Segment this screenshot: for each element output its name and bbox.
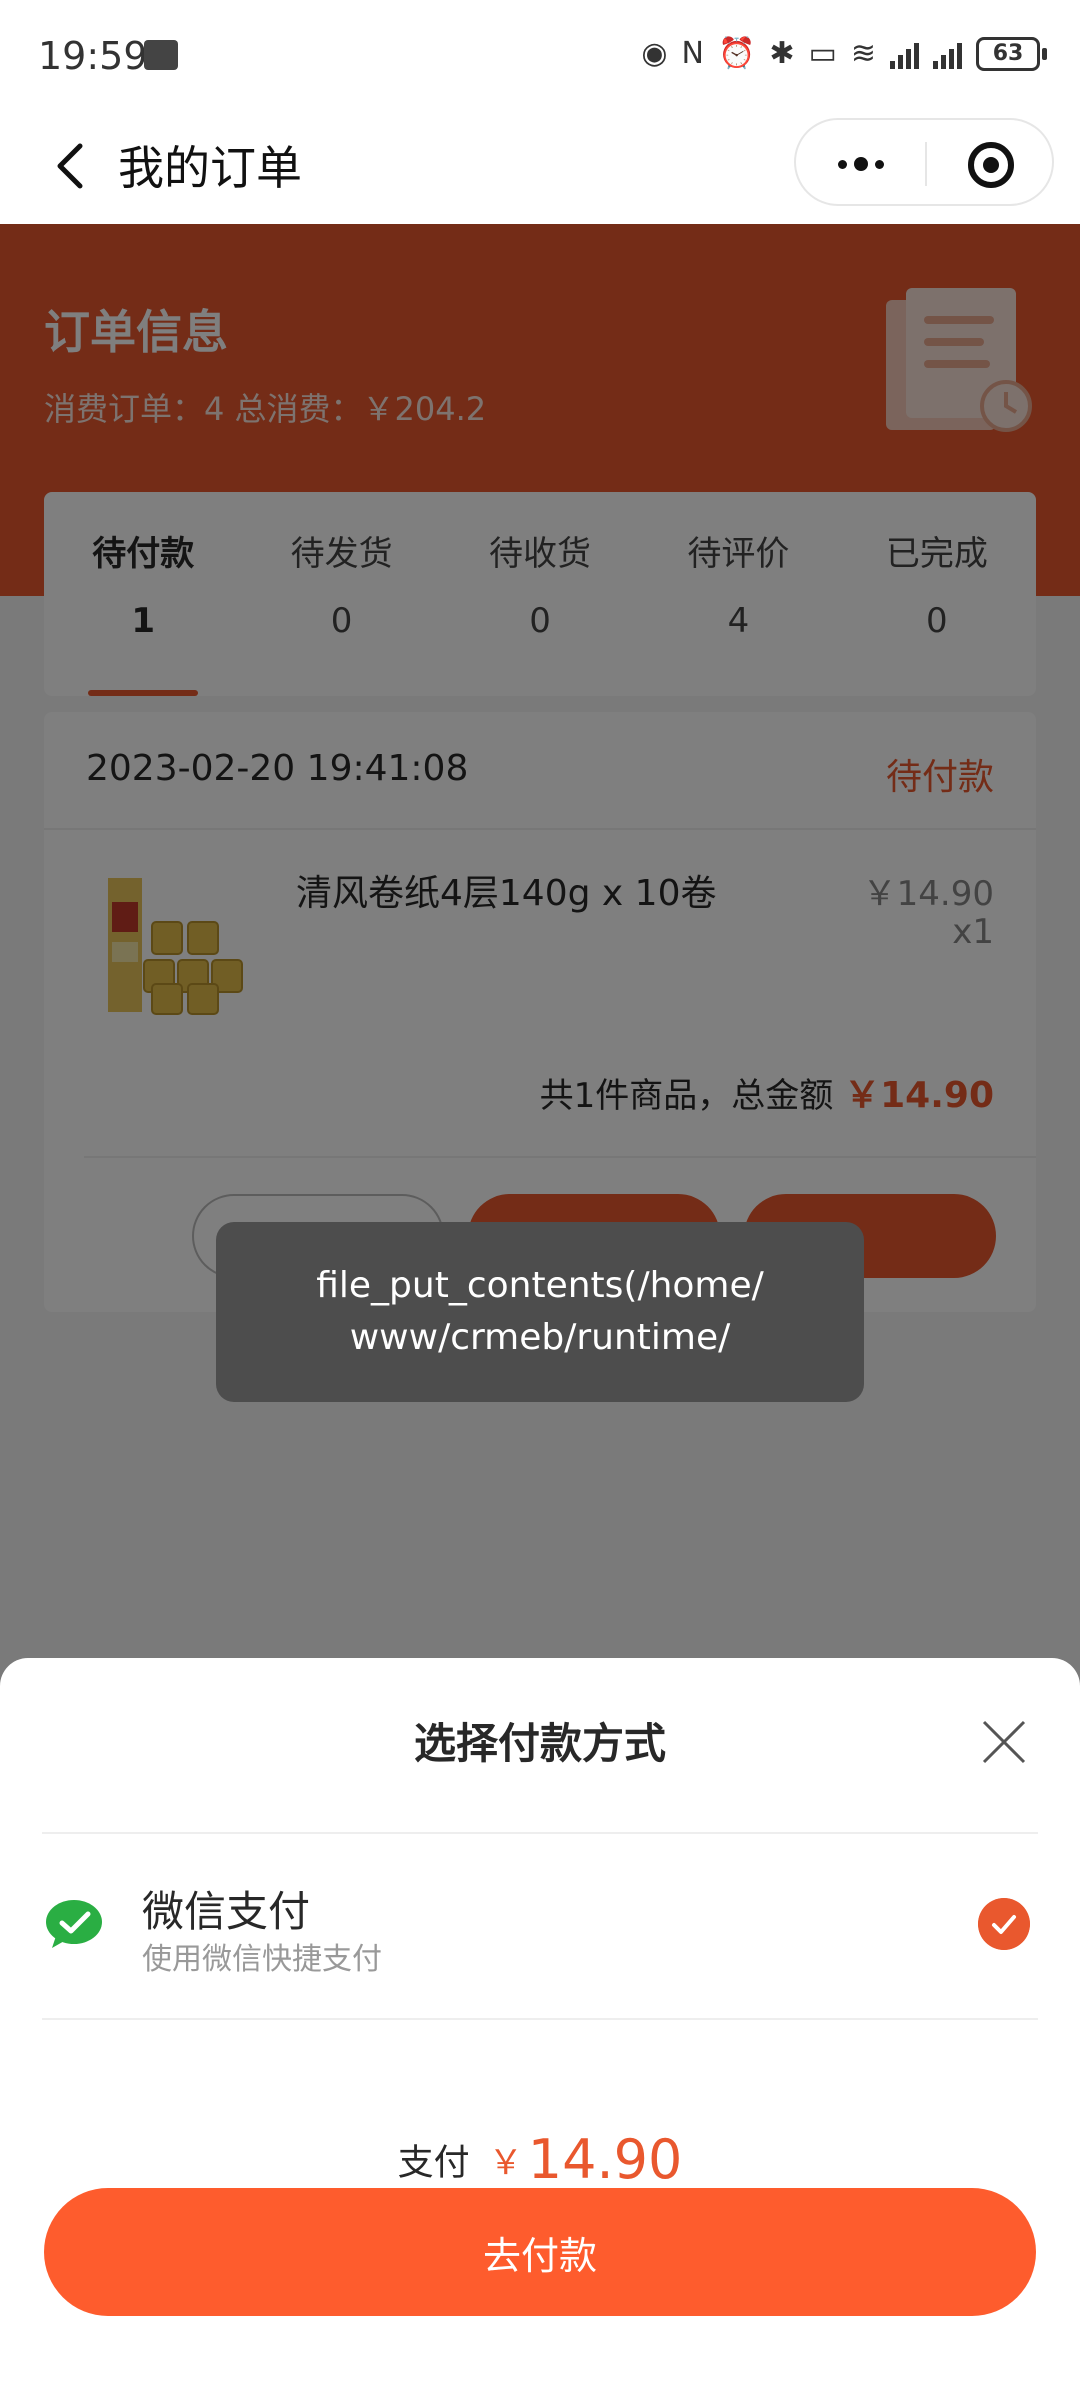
error-toast: file_put_contents(/home/ www/crmeb/runti… [216, 1222, 864, 1402]
nav-bar: 我的订单 [0, 112, 1080, 224]
selected-check-icon [978, 1898, 1030, 1950]
sheet-title: 选择付款方式 [413, 1719, 666, 1768]
wifi-icon: ≋ [850, 36, 876, 71]
payment-method-sheet: 选择付款方式 微信支付 使用微信快捷支付 支付 ￥ 14.90 去付款 [0, 1658, 1080, 2400]
close-miniprogram-icon[interactable] [968, 142, 1014, 188]
eye-icon: ◉ [641, 36, 668, 71]
bluetooth-icon: ✱ [769, 36, 795, 71]
more-options-icon[interactable] [826, 144, 896, 184]
divider [42, 2018, 1038, 2020]
payment-method-desc: 使用微信快捷支付 [142, 1942, 382, 1977]
close-icon[interactable] [978, 1716, 1030, 1768]
miniprogram-capsule [794, 118, 1054, 206]
payment-method-name: 微信支付 [142, 1887, 311, 1936]
page-title: 我的订单 [118, 141, 302, 195]
status-bar: 19:59 ◉ N ⏰ ✱ ▭ ≋ 63 [0, 0, 1080, 112]
message-notification-icon [144, 40, 178, 70]
pay-amount-row: 支付 ￥ 14.90 [0, 2128, 1080, 2191]
pay-amount-label: 支付 [397, 2142, 470, 2184]
vibrate-icon: ▭ [808, 36, 837, 71]
nfc-icon: N [681, 36, 704, 71]
wechat-pay-icon [46, 1900, 102, 1948]
go-pay-button[interactable]: 去付款 [44, 2188, 1036, 2316]
divider [42, 1832, 1038, 1834]
toast-line: file_put_contents(/home/ [316, 1264, 764, 1306]
status-time: 19:59 [38, 34, 148, 78]
signal-icon [890, 39, 919, 69]
capsule-divider [925, 142, 927, 186]
pay-amount-value: 14.90 [527, 2128, 683, 2191]
signal-icon-2 [933, 39, 962, 69]
status-icons: ◉ N ⏰ ✱ ▭ ≋ 63 [641, 36, 1047, 71]
currency-symbol: ￥ [488, 2143, 523, 2183]
alarm-icon: ⏰ [718, 36, 756, 71]
back-arrow-icon[interactable] [40, 134, 104, 198]
toast-line: www/crmeb/runtime/ [349, 1317, 731, 1358]
battery-icon: 63 [976, 36, 1047, 71]
